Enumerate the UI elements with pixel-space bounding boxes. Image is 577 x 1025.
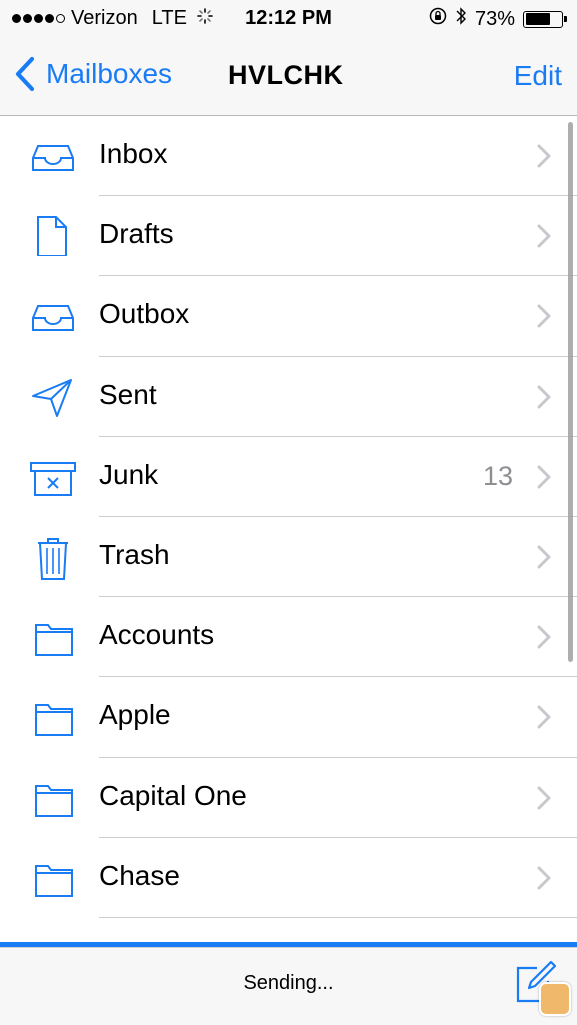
chevron-right-icon	[537, 465, 551, 494]
chevron-right-icon	[537, 786, 551, 815]
chevron-right-icon	[537, 385, 551, 414]
trash-icon	[30, 537, 76, 580]
edit-button[interactable]: Edit	[514, 60, 562, 92]
outbox-icon	[30, 296, 76, 336]
mailbox-row-apple[interactable]: Apple	[0, 677, 577, 758]
junk-bin-icon	[30, 457, 76, 497]
mailbox-row-outbox[interactable]: Outbox	[0, 276, 577, 357]
folder-icon	[30, 617, 76, 657]
folder-icon	[30, 858, 76, 898]
status-bar: Verizon LTE 12:12 PM 73%	[0, 0, 577, 38]
mailbox-label: Trash	[99, 538, 170, 570]
mailbox-label: Inbox	[99, 138, 168, 169]
page-title: HVLCHK	[228, 60, 344, 90]
chevron-right-icon	[537, 705, 551, 734]
mailbox-row-junk[interactable]: Junk 13	[0, 437, 577, 517]
mailbox-label: Apple	[99, 699, 171, 731]
navigation-bar: Mailboxes HVLCHK Edit	[0, 38, 577, 116]
chevron-right-icon	[537, 545, 551, 574]
paper-plane-icon	[30, 377, 76, 417]
battery-icon	[523, 10, 567, 28]
draft-document-icon	[30, 216, 76, 258]
mailbox-row-accounts[interactable]: Accounts	[0, 597, 577, 678]
mailbox-row-inbox[interactable]: Inbox	[0, 116, 577, 197]
mailbox-row-capital-one[interactable]: Capital One	[0, 758, 577, 838]
mailbox-label: Junk	[99, 458, 159, 490]
mailbox-list: Inbox Drafts Outbox Sent Junk 13 Trash Accounts…	[0, 116, 577, 942]
chevron-right-icon	[537, 144, 551, 173]
mailbox-label: Sent	[99, 378, 157, 410]
sending-status: Sending...	[243, 972, 334, 994]
rotation-lock-icon	[429, 7, 447, 31]
bluetooth-icon	[455, 6, 467, 32]
folder-icon	[30, 697, 76, 737]
mailbox-label: Chase	[99, 859, 180, 891]
chevron-right-icon	[537, 224, 551, 253]
battery-percent: 73%	[474, 7, 515, 30]
unread-count: 13	[482, 460, 513, 491]
assistive-touch-icon[interactable]	[539, 982, 571, 1016]
bottom-toolbar: Sending...	[0, 947, 577, 1025]
folder-icon	[30, 778, 76, 818]
mailbox-label: Drafts	[99, 218, 174, 250]
row-separator	[99, 916, 577, 918]
chevron-right-icon	[537, 625, 551, 654]
back-button[interactable]: Mailboxes	[14, 56, 172, 92]
chevron-right-icon	[537, 304, 551, 333]
mailbox-label: Capital One	[99, 779, 247, 811]
chevron-right-icon	[537, 866, 551, 895]
mailbox-label: Outbox	[99, 298, 190, 330]
mailbox-label: Accounts	[99, 619, 215, 651]
scrollbar[interactable]	[568, 122, 573, 662]
mailbox-row-chase[interactable]: Chase	[0, 838, 577, 918]
chevron-left-icon	[15, 56, 35, 92]
back-button-label: Mailboxes	[46, 58, 173, 89]
status-right: 73%	[429, 6, 567, 32]
mailbox-row-drafts[interactable]: Drafts	[0, 196, 577, 277]
mailbox-row-trash[interactable]: Trash	[0, 517, 577, 598]
mailbox-row-sent[interactable]: Sent	[0, 357, 577, 437]
inbox-icon	[30, 136, 76, 176]
